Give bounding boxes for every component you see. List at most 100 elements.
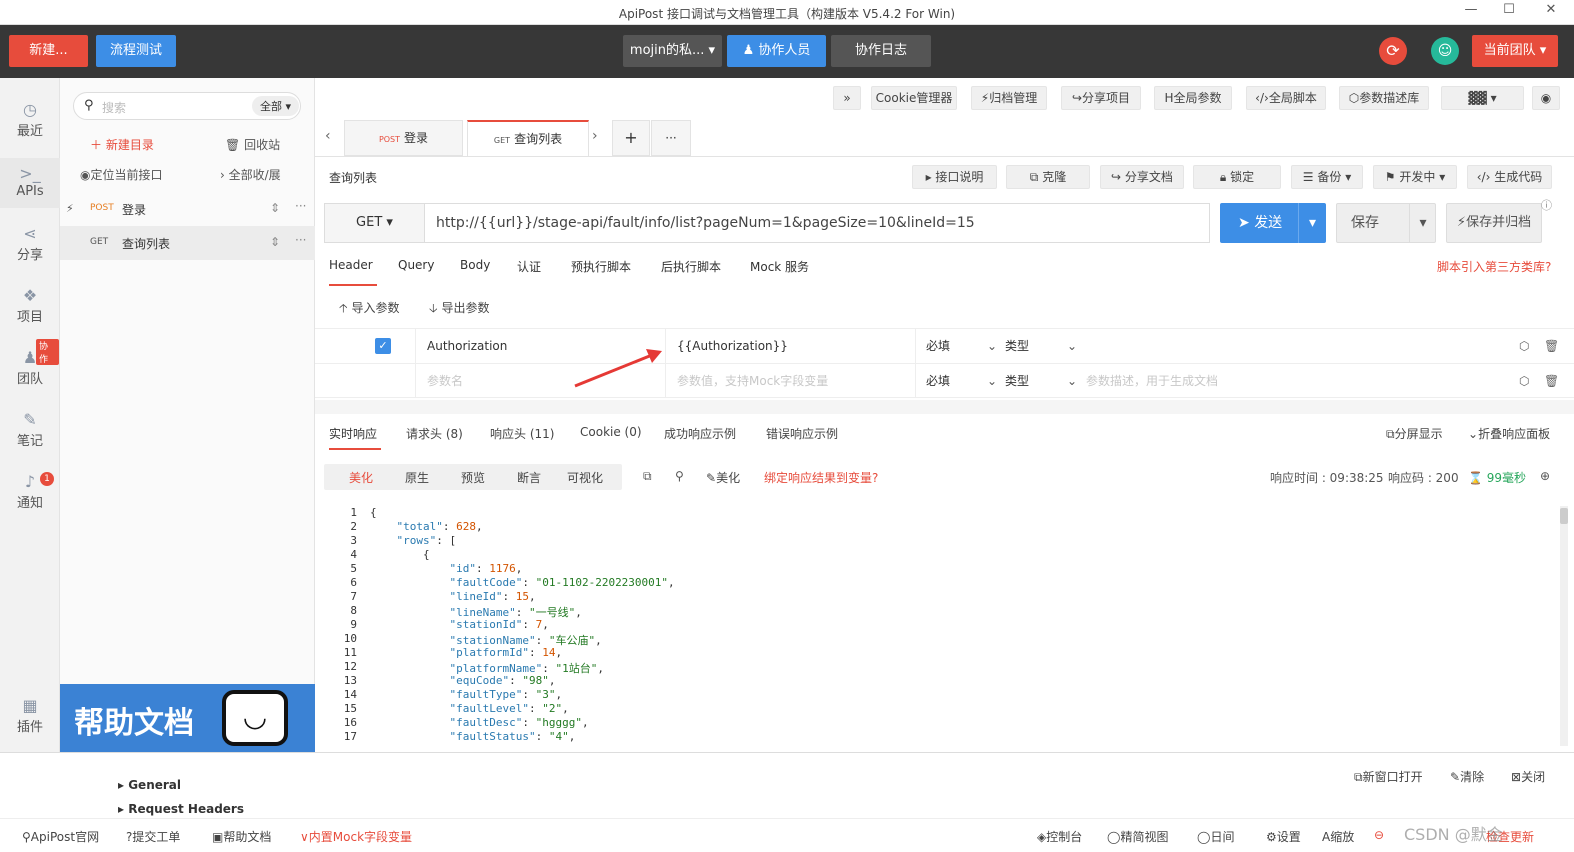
method-select[interactable]: GET ▾ <box>325 204 425 242</box>
chevron-down-icon[interactable]: ⌄ <box>1067 329 1077 363</box>
response-tab[interactable]: Cookie (0) <box>580 425 642 439</box>
param-tab[interactable]: Header <box>329 258 373 272</box>
split-view-button[interactable]: ⧉分屏显示 <box>1386 425 1443 442</box>
env-select[interactable]: ▓▓ ▾ <box>1441 86 1524 110</box>
trash-icon[interactable]: 🗑︎ <box>1544 329 1559 363</box>
fold-panel-button[interactable]: ⌄折叠响应面板 <box>1468 425 1550 442</box>
global-script-button[interactable]: ‹/›全局脚本 <box>1246 86 1326 110</box>
share-doc-button[interactable]: ↪ 分享文档 <box>1100 165 1184 189</box>
param-tab[interactable]: 认证 <box>517 258 541 275</box>
nav-notes[interactable]: ✎ 笔记 <box>0 410 60 449</box>
view-tab[interactable]: 断言 <box>517 469 541 486</box>
search-icon[interactable]: ⚲ <box>675 469 684 483</box>
view-tab[interactable]: 可视化 <box>567 469 603 486</box>
flow-test-button[interactable]: 流程测试 <box>96 35 176 67</box>
search-input[interactable]: 搜索 <box>102 99 126 116</box>
expand-all-button[interactable]: › 全部收/展 <box>220 166 281 183</box>
import-params-button[interactable]: 🡡 导入参数 <box>339 299 399 320</box>
req-headers-section[interactable]: ▸ Request Headers <box>118 802 244 816</box>
view-tab[interactable]: 美化 <box>349 469 373 486</box>
minimize-button[interactable]: — <box>1456 2 1486 22</box>
type-select[interactable]: 类型 <box>1005 329 1075 363</box>
export-params-button[interactable]: 🡣 导出参数 <box>429 299 489 320</box>
close-panel-button[interactable]: ⊠关闭 <box>1511 768 1545 785</box>
day-mode-toggle[interactable]: ◯日间 <box>1197 828 1234 845</box>
ticket-link[interactable]: ?提交工单 <box>126 828 180 845</box>
response-tab[interactable]: 实时响应 <box>329 425 377 442</box>
row-checkbox[interactable]: ✓ <box>375 338 391 354</box>
simple-view-toggle[interactable]: ◯精简视图 <box>1107 828 1168 845</box>
new-window-button[interactable]: ⧉新窗口打开 <box>1354 768 1423 785</box>
archive-button[interactable]: ⚡归档管理 <box>971 86 1047 110</box>
mock-link[interactable]: ∨内置Mock字段变量 <box>300 828 412 845</box>
param-tab[interactable]: 预执行脚本 <box>571 258 631 275</box>
nav-project[interactable]: ❖ 项目 <box>0 286 60 325</box>
response-tab[interactable]: 成功响应示例 <box>664 425 736 442</box>
send-button[interactable]: ➤ 发送 ▾ <box>1220 203 1326 243</box>
copy-icon[interactable]: ⧉ <box>643 469 652 484</box>
nav-plugins[interactable]: ▦ 插件 <box>0 696 60 735</box>
chevron-down-icon[interactable]: ⌄ <box>987 329 997 363</box>
download-icon[interactable]: ⊕ <box>1540 469 1550 483</box>
send-dropdown[interactable]: ▾ <box>1298 203 1326 243</box>
console-button[interactable]: ◈控制台 <box>1037 828 1082 845</box>
nav-recent[interactable]: ◷ 最近 <box>0 100 60 139</box>
response-tab[interactable]: 错误响应示例 <box>766 425 838 442</box>
required-select[interactable]: 必填 <box>915 364 995 398</box>
close-window-button[interactable]: ✕ <box>1536 2 1566 22</box>
sort-icon[interactable]: ⇕ <box>270 235 280 249</box>
chevron-down-icon[interactable]: ⌄ <box>987 364 997 398</box>
tab-login[interactable]: POST 登录 <box>344 120 463 156</box>
param-desc-input[interactable]: 参数描述，用于生成文档 <box>1086 364 1218 398</box>
expand-toolbar-button[interactable]: » <box>833 86 861 110</box>
request-name[interactable]: 查询列表 <box>329 169 377 186</box>
cookie-manager-button[interactable]: Cookie管理器 <box>871 86 957 110</box>
dev-status-select[interactable]: ⚑ 开发中 ▾ <box>1373 165 1457 189</box>
cube-icon[interactable]: ⬡ <box>1519 329 1529 363</box>
filter-select[interactable]: 全部 ▾ <box>252 96 300 116</box>
lock-button[interactable]: 🔒︎ 锁定 <box>1193 165 1281 189</box>
param-value[interactable]: {{Authorization}} <box>665 329 915 363</box>
list-item[interactable]: GET 查询列表 ⇕ ··· <box>60 226 315 260</box>
record-icon[interactable]: ⊖ <box>1374 828 1384 842</box>
gen-code-button[interactable]: ‹/› 生成代码 <box>1467 165 1552 189</box>
api-doc-button[interactable]: ▸ 接口说明 <box>912 165 997 189</box>
url-input[interactable]: http://{{url}}/stage-api/fault/info/list… <box>436 215 975 231</box>
save-dropdown[interactable]: ▾ <box>1409 204 1436 242</box>
tab-next-icon[interactable]: › <box>592 128 598 144</box>
cube-icon[interactable]: ⬡ <box>1519 364 1529 398</box>
trash-icon[interactable]: 🗑︎ <box>1544 364 1559 398</box>
param-lib-button[interactable]: ⬡参数描述库 <box>1339 86 1429 110</box>
param-tab[interactable]: Query <box>398 258 434 272</box>
save-archive-button[interactable]: ⚡保存并归档 <box>1446 203 1542 243</box>
type-select[interactable]: 类型 <box>1005 364 1075 398</box>
tab-prev-icon[interactable]: ‹ <box>325 128 331 144</box>
search-box[interactable]: ⚲ 搜索 全部 ▾ <box>73 92 301 120</box>
settings-button[interactable]: ⚙设置 <box>1266 828 1301 845</box>
save-button[interactable]: 保存 ▾ <box>1336 203 1436 243</box>
recycle-button[interactable]: 🗑︎ 回收站 <box>225 136 280 153</box>
chevron-down-icon[interactable]: ⌄ <box>1067 364 1077 398</box>
third-party-link[interactable]: 脚本引入第三方类库? <box>1437 258 1551 275</box>
tab-list[interactable]: GET 查询列表 <box>467 120 589 156</box>
help-link[interactable]: ▣帮助文档 <box>212 828 271 845</box>
more-icon[interactable]: ··· <box>295 233 306 247</box>
sync-icon[interactable]: ⟳ <box>1379 37 1407 65</box>
response-tab[interactable]: 请求头 (8) <box>406 425 463 442</box>
zoom-button[interactable]: A缩放 <box>1322 828 1354 845</box>
bind-var-link[interactable]: 绑定响应结果到变量? <box>764 469 878 486</box>
eye-icon[interactable]: ◉ <box>1532 86 1560 110</box>
general-section[interactable]: ▸ General <box>118 778 181 792</box>
param-tab[interactable]: Body <box>460 258 490 272</box>
view-tab[interactable]: 预览 <box>461 469 485 486</box>
locate-button[interactable]: ◉定位当前接口 <box>80 166 163 183</box>
tab-more-button[interactable]: ··· <box>651 120 691 156</box>
help-icon[interactable]: ⓘ <box>1541 197 1552 213</box>
nav-apis[interactable]: >_ APIs <box>0 158 60 208</box>
add-tab-button[interactable]: + <box>612 120 650 156</box>
site-link[interactable]: ⚲ApiPost官网 <box>22 828 99 845</box>
required-select[interactable]: 必填 <box>915 329 995 363</box>
beautify-button[interactable]: ✎美化 <box>706 469 740 486</box>
avatar[interactable]: ☺ <box>1431 37 1459 65</box>
list-item[interactable]: ⚡ POST 登录 ⇕ ··· <box>60 192 315 226</box>
